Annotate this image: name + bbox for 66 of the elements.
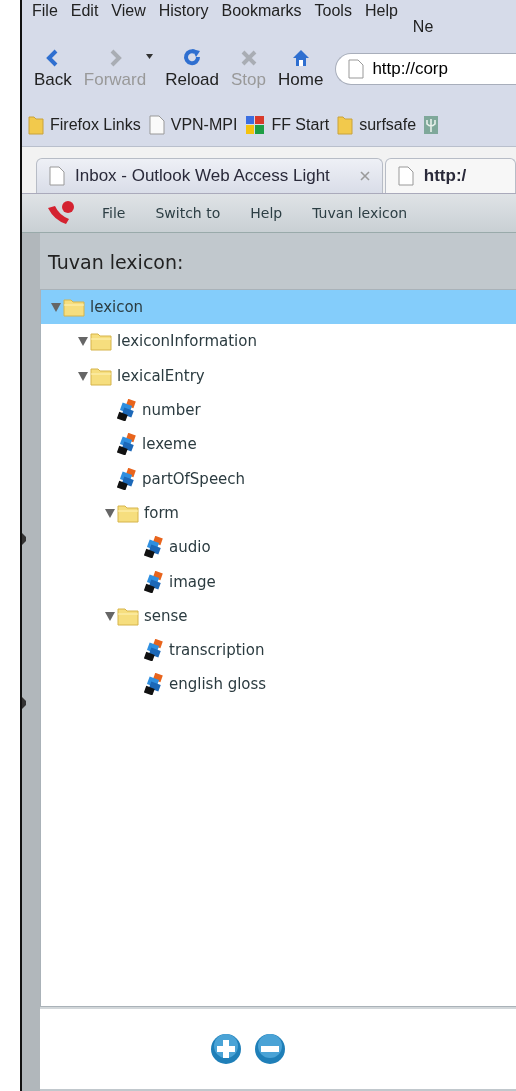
panel-title: Tuvan lexicon: bbox=[47, 250, 185, 275]
blocks-icon bbox=[144, 536, 164, 559]
blocks-icon bbox=[117, 467, 137, 490]
page-icon bbox=[148, 115, 165, 135]
blocks-icon bbox=[144, 570, 164, 593]
expanded-triangle-icon[interactable] bbox=[78, 370, 88, 381]
tree-row[interactable]: number bbox=[41, 392, 516, 428]
tree-row[interactable]: audio bbox=[41, 530, 516, 565]
menu-item[interactable]: Tools bbox=[314, 2, 352, 20]
reload-button[interactable]: Reload bbox=[159, 48, 226, 90]
add-icon[interactable] bbox=[210, 1033, 242, 1065]
tree-row[interactable]: lexeme bbox=[41, 427, 516, 462]
close-icon[interactable] bbox=[359, 171, 370, 181]
reload-icon bbox=[182, 48, 203, 68]
page-icon bbox=[397, 166, 414, 186]
menu-item[interactable]: Help bbox=[250, 205, 283, 221]
menu-item[interactable]: View bbox=[111, 2, 146, 20]
menu-item[interactable]: Tuvan lexicon bbox=[312, 205, 408, 221]
page-icon bbox=[348, 59, 365, 79]
home-button[interactable]: Home bbox=[272, 48, 330, 90]
folder-icon bbox=[117, 605, 139, 626]
folder-icon bbox=[90, 365, 112, 386]
dropdown-caret-icon[interactable] bbox=[146, 54, 154, 59]
bookmark-link[interactable]: Firefox Links bbox=[28, 115, 141, 135]
expanded-triangle-icon[interactable] bbox=[105, 507, 115, 518]
back-button[interactable]: Back bbox=[28, 48, 78, 90]
menu-item[interactable]: File bbox=[32, 2, 58, 20]
blocks-icon bbox=[117, 433, 137, 456]
tree-row[interactable]: lexicon bbox=[41, 290, 516, 325]
bookmark-link[interactable]: surfsafe bbox=[337, 115, 417, 135]
address-field[interactable]: http://corp bbox=[335, 53, 516, 85]
window-title: Ne bbox=[412, 18, 434, 36]
browser-tab[interactable]: http:/ bbox=[384, 158, 516, 193]
menu-item[interactable]: Help bbox=[364, 2, 398, 20]
browser-tab[interactable]: Inbox - Outlook Web Access Light bbox=[36, 158, 383, 193]
tree-row[interactable]: lexiconInformation bbox=[41, 324, 516, 359]
remove-icon[interactable] bbox=[254, 1033, 286, 1065]
folder-icon bbox=[337, 115, 354, 135]
bookmark-link[interactable]: VPN-MPI bbox=[148, 115, 238, 135]
tree-row[interactable]: english gloss bbox=[41, 667, 516, 702]
tree-row[interactable]: transcription bbox=[41, 632, 516, 668]
folder-icon bbox=[63, 297, 85, 318]
folder-icon bbox=[28, 115, 44, 135]
expanded-triangle-icon[interactable] bbox=[51, 302, 61, 313]
expanded-triangle-icon[interactable] bbox=[78, 336, 88, 347]
tree-row[interactable]: form bbox=[41, 495, 516, 531]
menu-item[interactable]: Bookmarks bbox=[221, 2, 302, 20]
blocks-icon bbox=[144, 639, 164, 662]
blocks-icon bbox=[117, 399, 137, 422]
menu-item[interactable]: History bbox=[158, 2, 209, 20]
menu-item[interactable]: Switch to bbox=[155, 205, 221, 221]
expanded-triangle-icon[interactable] bbox=[105, 610, 115, 621]
folder-icon bbox=[90, 331, 112, 352]
blocks-icon bbox=[144, 673, 164, 696]
folder-icon bbox=[117, 502, 139, 523]
tree-row[interactable]: image bbox=[41, 564, 516, 599]
menu-item[interactable]: Edit bbox=[70, 2, 99, 20]
logo-icon bbox=[46, 200, 76, 226]
tree-row[interactable]: lexicalEntry bbox=[41, 358, 516, 393]
colored-squares-icon bbox=[245, 115, 266, 135]
tree-row[interactable]: sense bbox=[41, 598, 516, 633]
bookmark-link[interactable]: FF Start bbox=[245, 115, 330, 135]
tree-row[interactable]: partOfSpeech bbox=[41, 461, 516, 496]
menu-item[interactable]: File bbox=[102, 205, 126, 221]
splitter-handle[interactable] bbox=[22, 233, 40, 1091]
page-icon bbox=[49, 166, 65, 186]
